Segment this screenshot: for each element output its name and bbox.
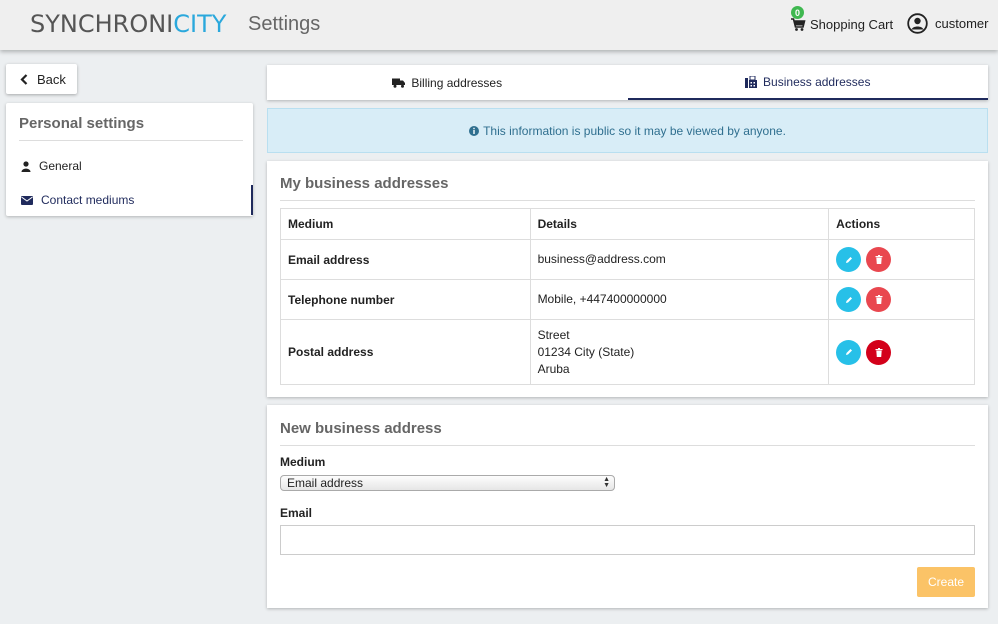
- edit-button[interactable]: [836, 339, 862, 365]
- cart-label: Shopping Cart: [810, 16, 894, 32]
- address-tabs: Billing addresses Business addresses: [267, 65, 988, 100]
- addresses-table: Medium Details Actions Email address bus…: [280, 208, 975, 385]
- detail-line: business@address.com: [537, 252, 666, 266]
- new-business-address-title: New business address: [280, 420, 975, 446]
- detail-line: Aruba: [537, 361, 570, 376]
- column-header-actions: Actions: [828, 208, 975, 240]
- detail-line: Street: [537, 327, 570, 342]
- tab-billing-addresses[interactable]: Billing addresses: [267, 65, 628, 100]
- details-cell: Street 01234 City (State) Aruba: [529, 319, 830, 385]
- top-bar: SYNCHRONICITY Settings Shopping Cart 0 c…: [0, 0, 998, 50]
- medium-cell: Telephone number: [280, 279, 531, 320]
- create-button[interactable]: Create: [917, 567, 975, 597]
- delete-button[interactable]: [866, 339, 892, 365]
- column-header-details: Details: [529, 208, 830, 240]
- table-row: Telephone number Mobile, +447400000000: [280, 279, 975, 320]
- back-label: Back: [37, 71, 66, 87]
- info-circle-icon: [469, 125, 480, 136]
- email-field[interactable]: [280, 525, 975, 555]
- sidebar-item-label: Contact mediums: [41, 193, 135, 207]
- medium-select-value: Email address: [287, 476, 364, 490]
- medium-cell: Email address: [280, 239, 531, 280]
- new-business-address-card: New business address Medium Email addres…: [267, 405, 988, 608]
- details-cell: business@address.com: [529, 239, 830, 280]
- pencil-icon: [845, 296, 852, 303]
- public-info-banner: This information is public so it may be …: [267, 108, 988, 153]
- logo-main: SYNCHRONI: [30, 10, 174, 38]
- medium-select[interactable]: Email address ▲ ▼: [280, 475, 615, 491]
- edit-button[interactable]: [836, 287, 862, 312]
- column-header-medium: Medium: [280, 208, 531, 240]
- trash-icon: [875, 295, 883, 304]
- email-label: Email: [280, 506, 313, 520]
- detail-line: Mobile, +447400000000: [537, 292, 667, 306]
- my-business-addresses-card: My business addresses Medium Details Act…: [267, 161, 988, 397]
- trash-icon: [875, 255, 883, 264]
- detail-line: 01234 City (State): [537, 344, 635, 359]
- medium-cell: Postal address: [280, 319, 531, 385]
- shopping-cart-link[interactable]: Shopping Cart: [790, 14, 893, 34]
- sidebar-item-general[interactable]: General: [6, 151, 253, 181]
- details-cell: Mobile, +447400000000: [529, 279, 830, 320]
- tab-label: Business addresses: [763, 74, 871, 89]
- trash-icon: [875, 347, 883, 357]
- table-row: Email address business@address.com: [280, 239, 975, 280]
- tab-business-addresses[interactable]: Business addresses: [627, 65, 988, 100]
- logo[interactable]: SYNCHRONICITY: [30, 10, 226, 38]
- pencil-icon: [845, 349, 852, 355]
- actions-cell: [828, 319, 975, 385]
- medium-label: Medium: [280, 455, 326, 469]
- truck-icon: [392, 78, 406, 88]
- fax-icon: [745, 75, 758, 88]
- envelope-icon: [21, 195, 33, 205]
- delete-button[interactable]: [866, 287, 892, 312]
- select-arrows-icon: ▲ ▼: [603, 476, 610, 489]
- user-icon: [21, 160, 31, 172]
- tab-label: Billing addresses: [411, 75, 503, 90]
- cart-count-badge: 0: [791, 6, 804, 19]
- user-label: customer: [935, 15, 989, 31]
- sidebar-item-label: General: [39, 159, 82, 173]
- page-title: Settings: [248, 13, 321, 35]
- pencil-icon: [845, 256, 852, 263]
- user-circle-icon: [907, 12, 928, 34]
- info-text: This information is public so it may be …: [483, 123, 786, 138]
- sidebar-item-contact-mediums[interactable]: Contact mediums: [6, 185, 253, 215]
- actions-cell: [828, 239, 975, 280]
- logo-accent: CITY: [173, 10, 227, 38]
- my-business-addresses-title: My business addresses: [280, 175, 975, 201]
- actions-cell: [828, 279, 975, 320]
- delete-button[interactable]: [866, 247, 892, 272]
- chevron-left-icon: [20, 73, 28, 85]
- user-menu[interactable]: customer: [907, 12, 988, 34]
- personal-settings-title: Personal settings: [19, 115, 243, 141]
- back-button[interactable]: Back: [6, 64, 77, 94]
- edit-button[interactable]: [836, 247, 862, 272]
- table-row: Postal address Street 01234 City (State)…: [280, 319, 975, 385]
- table-header-row: Medium Details Actions: [280, 208, 975, 240]
- personal-settings-card: Personal settings General Contact medium…: [6, 103, 253, 216]
